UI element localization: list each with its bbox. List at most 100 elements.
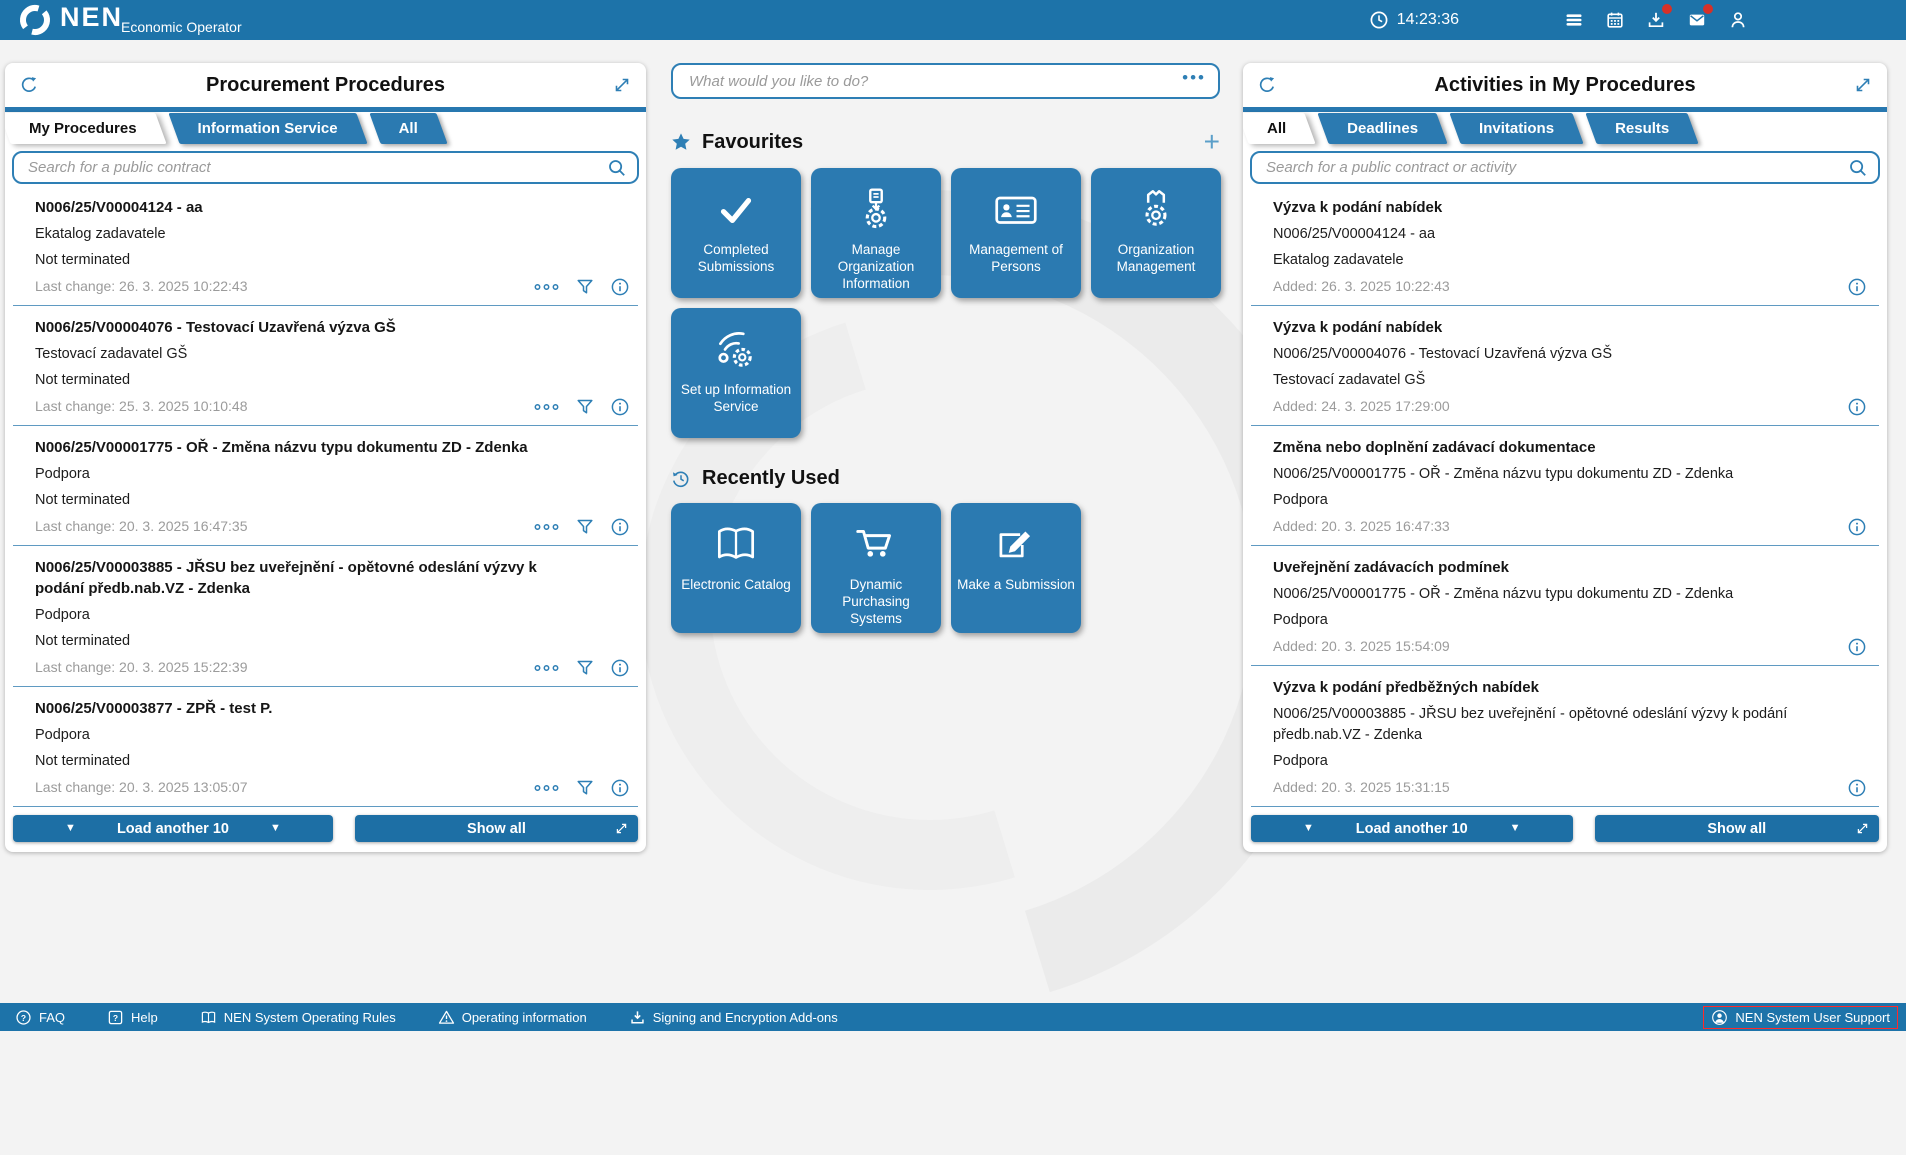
procedure-meta: Last change: 20. 3. 2025 16:47:35 (35, 518, 248, 534)
footer-help[interactable]: Help (107, 1009, 158, 1026)
more-options-icon[interactable] (533, 397, 560, 417)
tile-make-a-submission[interactable]: Make a Submission (951, 503, 1081, 633)
activity-title: Výzva k podání nabídek (1273, 199, 1443, 216)
activity-title: Výzva k podání předběžných nabídek (1273, 679, 1539, 696)
procedure-list-item[interactable]: N006/25/V00004124 - aa Ekatalog zadavate… (13, 186, 638, 306)
more-options-icon[interactable] (533, 778, 560, 798)
info-icon[interactable] (610, 517, 630, 537)
triangle-down-icon: ▼ (1509, 822, 1521, 834)
info-icon[interactable] (1847, 277, 1867, 297)
activity-list-item[interactable]: Výzva k podání předběžných nabídek N006/… (1251, 666, 1879, 807)
refresh-icon[interactable] (19, 75, 39, 95)
activity-contract: N006/25/V00001775 - OŘ - Změna názvu typ… (1273, 466, 1734, 482)
procedure-title: N006/25/V00004076 - Testovací Uzavřená v… (35, 319, 396, 336)
activity-title: Uveřejnění zadávacích podmínek (1273, 559, 1509, 576)
tab-all-activities[interactable]: All (1243, 113, 1316, 144)
info-icon[interactable] (610, 658, 630, 678)
question-circle-icon (15, 1009, 32, 1026)
expand-icon (614, 821, 629, 836)
procurement-search-input[interactable] (12, 151, 639, 184)
procedure-list-item[interactable]: N006/25/V00003877 - ZPŘ - test P. Podpor… (13, 687, 638, 807)
show-all-button[interactable]: Show all (1594, 815, 1879, 842)
tile-label: Electronic Catalog (681, 577, 791, 592)
messages-badge (1703, 4, 1713, 14)
tile-dynamic-purchasing-systems[interactable]: Dynamic Purchasing Systems (811, 503, 941, 633)
tile-label: Set up Information Service (680, 382, 792, 414)
tile-organization-management[interactable]: Organization Management (1091, 168, 1221, 298)
search-icon[interactable] (607, 158, 627, 178)
expand-panel-icon[interactable] (1853, 75, 1873, 95)
show-all-button[interactable]: Show all (354, 815, 638, 842)
info-icon[interactable] (1847, 397, 1867, 417)
add-favourite-button[interactable]: + (1204, 128, 1220, 156)
activity-meta: Added: 26. 3. 2025 10:22:43 (1273, 278, 1450, 294)
what-to-do-input[interactable] (671, 63, 1220, 99)
tile-electronic-catalog[interactable]: Electronic Catalog (671, 503, 801, 633)
info-icon[interactable] (610, 277, 630, 297)
filter-icon[interactable] (575, 517, 595, 537)
footer-signing-addons[interactable]: Signing and Encryption Add-ons (629, 1009, 838, 1026)
search-icon[interactable] (1848, 158, 1868, 178)
procedure-org: Podpora (35, 466, 90, 482)
tile-set-up-information-service[interactable]: Set up Information Service (671, 308, 801, 438)
tile-completed-submissions[interactable]: Completed Submissions (671, 168, 801, 298)
tab-my-procedures[interactable]: My Procedures (5, 113, 167, 144)
more-options-icon[interactable] (533, 658, 560, 678)
tab-results[interactable]: Results (1585, 113, 1699, 144)
tab-deadlines[interactable]: Deadlines (1317, 113, 1448, 144)
info-icon[interactable] (1847, 517, 1867, 537)
nen-logo-icon[interactable] (18, 3, 52, 37)
tab-information-service[interactable]: Information Service (167, 113, 368, 144)
activity-list-item[interactable]: Výzva k podání nabídek N006/25/V00004124… (1251, 186, 1879, 306)
filter-icon[interactable] (575, 397, 595, 417)
info-icon[interactable] (610, 397, 630, 417)
info-icon[interactable] (1847, 637, 1867, 657)
activity-list-item[interactable]: Výzva k podání nabídek N006/25/V00004076… (1251, 306, 1879, 426)
open-book-icon (711, 520, 761, 570)
tile-management-of-persons[interactable]: Management of Persons (951, 168, 1081, 298)
procedure-list-item[interactable]: N006/25/V00003885 - JŘSU bez uveřejnění … (13, 546, 638, 687)
more-actions-icon[interactable]: ••• (1182, 68, 1206, 88)
tile-manage-organization-information[interactable]: Manage Organization Information (811, 168, 941, 298)
footer-faq[interactable]: FAQ (15, 1009, 65, 1026)
procedure-list-item[interactable]: N006/25/V00004076 - Testovací Uzavřená v… (13, 306, 638, 426)
filter-icon[interactable] (575, 658, 595, 678)
footer-operating-information[interactable]: Operating information (438, 1009, 587, 1026)
load-more-button[interactable]: ▼ Load another 10 ▼ (1251, 815, 1573, 842)
more-options-icon[interactable] (533, 277, 560, 297)
procedure-org: Testovací zadavatel GŠ (35, 346, 188, 362)
right-panel-tabs: All Deadlines Invitations Results (1243, 113, 1887, 144)
calendar-button[interactable] (1603, 8, 1627, 32)
tile-label: Dynamic Purchasing Systems (842, 577, 910, 626)
downloads-badge (1662, 4, 1672, 14)
expand-panel-icon[interactable] (612, 75, 632, 95)
procedure-list-item[interactable]: N006/25/V00001775 - OŘ - Změna názvu typ… (13, 426, 638, 546)
footer-user-support[interactable]: NEN System User Support (1703, 1005, 1898, 1029)
activity-org: Testovací zadavatel GŠ (1273, 372, 1426, 388)
tab-invitations[interactable]: Invitations (1449, 113, 1584, 144)
user-profile-button[interactable] (1726, 8, 1750, 32)
refresh-icon[interactable] (1257, 75, 1277, 95)
activity-org: Podpora (1273, 612, 1328, 628)
downloads-button[interactable] (1644, 4, 1672, 32)
brand-name[interactable]: NEN (60, 2, 123, 33)
main-menu-button[interactable] (1562, 8, 1586, 32)
load-more-button[interactable]: ▼ Load another 10 ▼ (13, 815, 333, 842)
procedure-title: N006/25/V00003885 - JŘSU bez uveřejnění … (35, 559, 537, 597)
tile-label: Manage Organization Information (837, 242, 915, 291)
activities-search-input[interactable] (1250, 151, 1880, 184)
question-square-icon (107, 1009, 124, 1026)
info-icon[interactable] (1847, 778, 1867, 798)
info-icon[interactable] (610, 778, 630, 798)
footer-operating-rules[interactable]: NEN System Operating Rules (200, 1009, 396, 1026)
filter-icon[interactable] (575, 277, 595, 297)
messages-button[interactable] (1685, 4, 1713, 32)
activities-panel: Activities in My Procedures All Deadline… (1243, 63, 1887, 852)
filter-icon[interactable] (575, 778, 595, 798)
activity-list-item[interactable]: Uveřejnění zadávacích podmínek N006/25/V… (1251, 546, 1879, 666)
procedure-status: Not terminated (35, 372, 131, 388)
tab-all[interactable]: All (368, 113, 448, 144)
more-options-icon[interactable] (533, 517, 560, 537)
activity-contract: N006/25/V00004124 - aa (1273, 226, 1436, 242)
activity-list-item[interactable]: Změna nebo doplnění zadávací dokumentace… (1251, 426, 1879, 546)
